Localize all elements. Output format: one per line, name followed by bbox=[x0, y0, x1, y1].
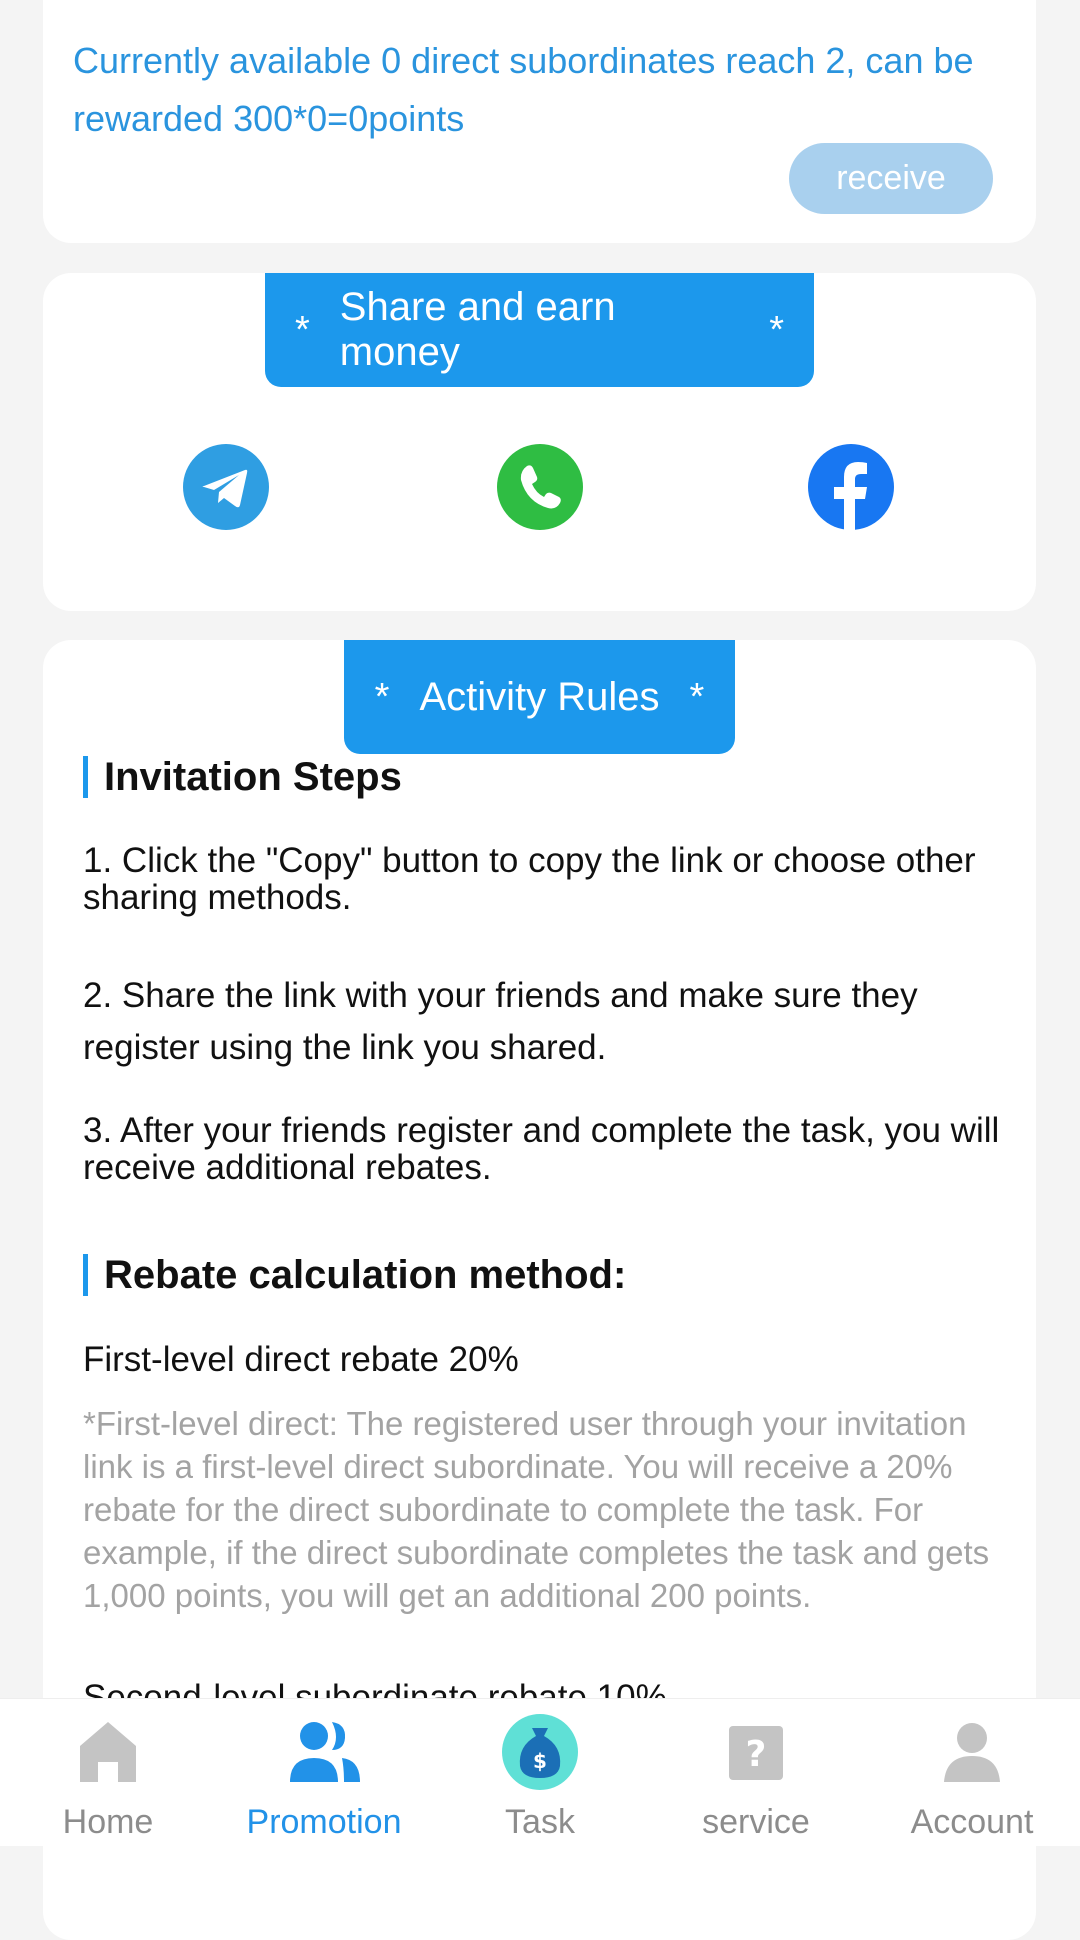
user-icon bbox=[944, 1723, 1000, 1782]
tab-label-account: Account bbox=[910, 1803, 1034, 1841]
rules-header: * Activity Rules * bbox=[344, 640, 735, 754]
step-3: 3. After your friends register and compl… bbox=[83, 1111, 1000, 1187]
share-title: Share and earn money bbox=[339, 285, 616, 374]
star-decoration: * bbox=[374, 675, 390, 718]
invitation-steps-title: Invitation Steps bbox=[83, 756, 402, 798]
step-2: 2. Share the link with your friends and … bbox=[83, 976, 918, 1067]
tab-account[interactable]: Account bbox=[864, 1699, 1080, 1846]
tab-promotion[interactable]: Promotion bbox=[216, 1699, 432, 1846]
svg-text:$: $ bbox=[533, 1749, 547, 1773]
first-level-rebate-description: *First-level direct: The registered user… bbox=[83, 1405, 990, 1614]
rebate-method-title: Rebate calculation method: bbox=[83, 1254, 626, 1296]
tab-label-task: Task bbox=[505, 1803, 575, 1841]
users-icon bbox=[290, 1722, 360, 1782]
star-decoration: * bbox=[295, 308, 310, 351]
bottom-tab-bar: Home Promotion $ Task ? service Account bbox=[0, 1698, 1080, 1846]
reward-text: Currently available 0 direct subordinate… bbox=[73, 40, 974, 139]
tab-home[interactable]: Home bbox=[0, 1699, 216, 1846]
tab-label-service: service bbox=[702, 1803, 810, 1841]
home-icon bbox=[80, 1722, 136, 1782]
reward-card: Currently available 0 direct subordinate… bbox=[43, 0, 1036, 243]
money-bag-icon: $ bbox=[502, 1714, 578, 1790]
question-icon: ? bbox=[729, 1726, 783, 1780]
step-1: 1. Click the "Copy" button to copy the l… bbox=[83, 841, 976, 917]
facebook-icon[interactable] bbox=[808, 444, 894, 530]
whatsapp-icon[interactable] bbox=[497, 444, 583, 530]
tab-service[interactable]: ? service bbox=[648, 1699, 864, 1846]
star-decoration: * bbox=[689, 675, 705, 718]
first-level-rebate-label: First-level direct rebate 20% bbox=[83, 1340, 519, 1379]
star-decoration: * bbox=[769, 308, 784, 351]
share-card: * Share and earn money * bbox=[43, 273, 1036, 611]
tab-label-home: Home bbox=[62, 1803, 154, 1841]
rules-title: Activity Rules bbox=[419, 674, 660, 719]
telegram-icon[interactable] bbox=[183, 444, 269, 530]
receive-button[interactable]: receive bbox=[789, 143, 993, 214]
tab-task[interactable]: $ Task bbox=[432, 1699, 648, 1846]
tab-label-promotion: Promotion bbox=[246, 1803, 402, 1841]
share-header: * Share and earn money * bbox=[265, 273, 814, 387]
svg-text:?: ? bbox=[746, 1734, 767, 1775]
